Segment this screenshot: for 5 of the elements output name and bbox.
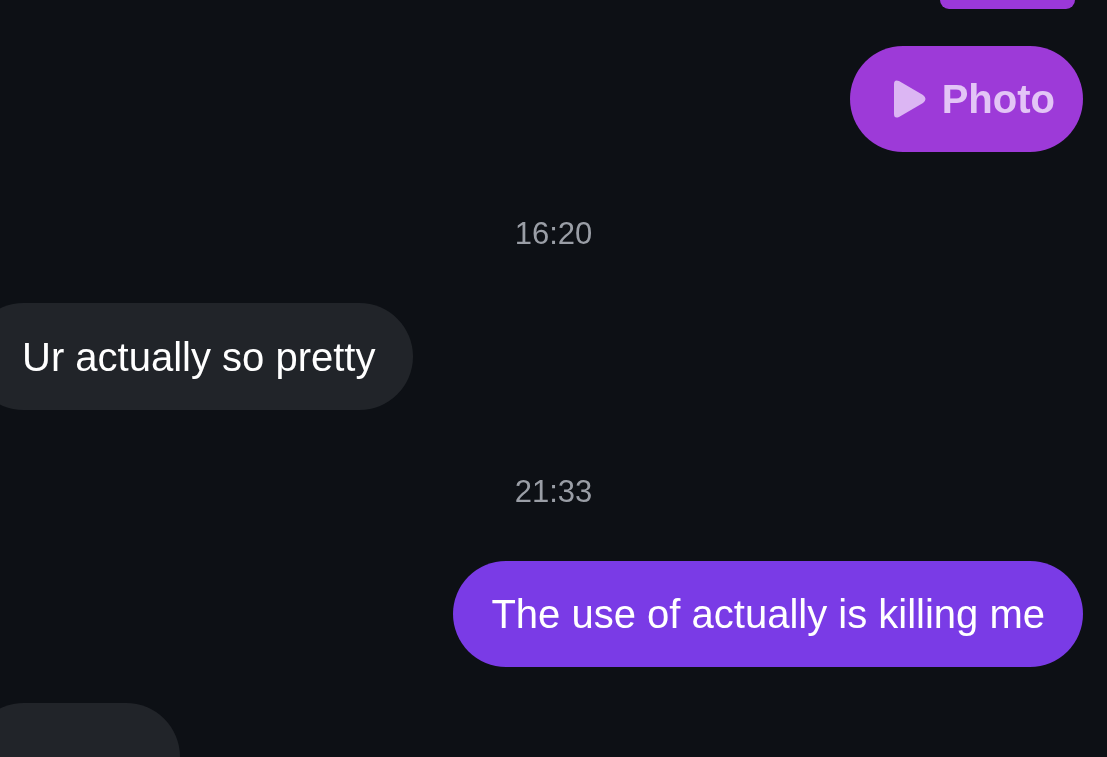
- timestamp: 21:33: [514, 473, 593, 510]
- timestamp: 16:20: [514, 216, 593, 253]
- message-bubble: The use of actually is killing me: [453, 560, 1083, 668]
- message-bubble: Ur actually so pretty: [0, 303, 414, 410]
- photo-message[interactable]: Photo: [849, 45, 1083, 153]
